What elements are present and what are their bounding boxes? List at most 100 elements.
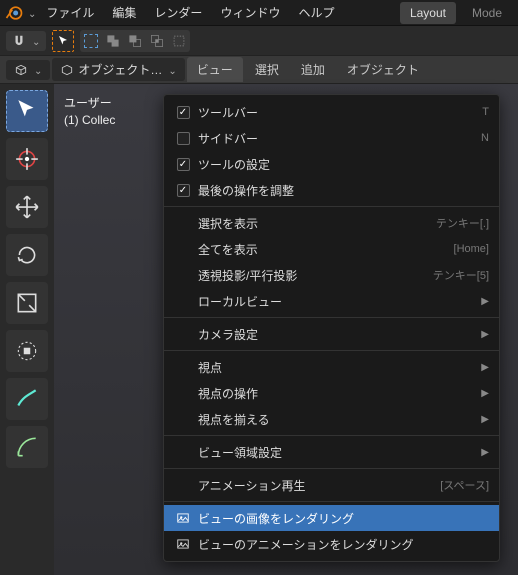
checkbox-icon: [174, 106, 192, 119]
menu-item[interactable]: 視点を揃える ▶: [164, 406, 499, 432]
menu-separator: [164, 468, 499, 469]
render-image-icon: [174, 511, 192, 525]
workspace-tab-mode[interactable]: Mode: [462, 2, 512, 24]
cursor-icon: [57, 35, 69, 47]
tool-scale[interactable]: [6, 282, 48, 324]
menu-item-label: ローカルビュー: [198, 293, 475, 310]
toolbar-left: [0, 84, 54, 575]
menu-item-shortcut: テンキー[5]: [433, 267, 489, 283]
menu-separator: [164, 206, 499, 207]
select-tool-indicator[interactable]: [52, 30, 74, 52]
tool-settings-bar: [0, 26, 518, 56]
menu-window[interactable]: ウィンドウ: [212, 0, 288, 25]
tool-transform[interactable]: [6, 330, 48, 372]
menu-item[interactable]: ツールの設定: [164, 151, 499, 177]
select-new-button[interactable]: [80, 30, 102, 52]
menu-item-label: 視点を揃える: [198, 411, 475, 428]
object-mode-icon: [60, 63, 74, 77]
magnet-icon: [12, 34, 26, 48]
submenu-arrow-icon: ▶: [481, 296, 489, 307]
tool-rotate[interactable]: [6, 234, 48, 276]
menu-item-label: ツールバー: [198, 104, 482, 121]
tool-cursor[interactable]: [6, 138, 48, 180]
select-subtract-button[interactable]: [124, 30, 146, 52]
menu-item-label: アニメーション再生: [198, 477, 440, 494]
menu-item-label: ビューの画像をレンダリング: [198, 510, 489, 527]
menu-item[interactable]: 視点の操作 ▶: [164, 380, 499, 406]
menu-item-label: 視点の操作: [198, 385, 475, 402]
top-menu-bar: ファイル 編集 レンダー ウィンドウ ヘルプ Layout Mode: [0, 0, 518, 26]
menu-item-shortcut: N: [481, 132, 489, 144]
checkbox-icon: [174, 184, 192, 197]
menu-separator: [164, 501, 499, 502]
menu-file[interactable]: ファイル: [38, 0, 102, 25]
submenu-arrow-icon: ▶: [481, 388, 489, 399]
blender-logo-icon[interactable]: [4, 3, 24, 23]
menu-item[interactable]: 全てを表示[Home]: [164, 236, 499, 262]
chevron-down-icon: [30, 34, 40, 48]
menu-item-shortcut: [スペース]: [440, 477, 489, 493]
select-intersect-button[interactable]: [146, 30, 168, 52]
chevron-down-icon: [32, 63, 42, 77]
menu-item-label: ツールの設定: [198, 156, 489, 173]
submenu-arrow-icon: ▶: [481, 362, 489, 373]
menu-item-label: 最後の操作を調整: [198, 182, 489, 199]
menu-item[interactable]: ビュー領域設定 ▶: [164, 439, 499, 465]
checkbox-icon: [174, 132, 192, 145]
menu-item-label: 視点: [198, 359, 475, 376]
menu-item[interactable]: ビューのアニメーションをレンダリング: [164, 531, 499, 557]
menu-item[interactable]: 透視投影/平行投影テンキー[5]: [164, 262, 499, 288]
tool-select-box[interactable]: [6, 90, 48, 132]
menu-edit[interactable]: 編集: [104, 0, 144, 25]
menu-item-label: サイドバー: [198, 130, 481, 147]
header-menu-object[interactable]: オブジェクト: [337, 57, 429, 82]
editor-type-dropdown[interactable]: [6, 60, 50, 80]
interaction-mode-dropdown[interactable]: [6, 31, 46, 51]
tool-annotate[interactable]: [6, 378, 48, 420]
menu-separator: [164, 435, 499, 436]
header-menu-add[interactable]: 追加: [291, 57, 335, 82]
menu-item-shortcut: [Home]: [454, 243, 489, 255]
menu-separator: [164, 317, 499, 318]
tool-move[interactable]: [6, 186, 48, 228]
header-menu-view[interactable]: ビュー: [187, 57, 243, 82]
menu-item-shortcut: T: [482, 106, 489, 118]
menu-item[interactable]: 最後の操作を調整: [164, 177, 499, 203]
header-menu-select[interactable]: 選択: [245, 57, 289, 82]
menu-item[interactable]: カメラ設定 ▶: [164, 321, 499, 347]
workspace-tab-layout[interactable]: Layout: [400, 2, 456, 24]
tool-measure[interactable]: [6, 426, 48, 468]
submenu-arrow-icon: ▶: [481, 447, 489, 458]
menu-item[interactable]: ローカルビュー ▶: [164, 288, 499, 314]
view-menu-dropdown: ツールバーTサイドバーNツールの設定最後の操作を調整選択を表示テンキー[.]全て…: [163, 94, 500, 562]
menu-item-label: 全てを表示: [198, 241, 454, 258]
menu-item[interactable]: サイドバーN: [164, 125, 499, 151]
render-image-icon: [174, 537, 192, 551]
menu-separator: [164, 350, 499, 351]
object-mode-dropdown[interactable]: オブジェクト…: [52, 58, 184, 81]
menu-item[interactable]: ビューの画像をレンダリング: [164, 505, 499, 531]
mode-label: オブジェクト…: [78, 61, 162, 78]
menu-item-label: 選択を表示: [198, 215, 436, 232]
menu-item[interactable]: 視点 ▶: [164, 354, 499, 380]
select-extend-button[interactable]: [102, 30, 124, 52]
chevron-down-icon: [166, 63, 176, 77]
menu-item[interactable]: ツールバーT: [164, 99, 499, 125]
menu-render[interactable]: レンダー: [146, 0, 210, 25]
submenu-arrow-icon: ▶: [481, 329, 489, 340]
menu-item-label: 透視投影/平行投影: [198, 267, 433, 284]
select-invert-button[interactable]: [168, 30, 190, 52]
menu-help[interactable]: ヘルプ: [290, 0, 342, 25]
cube-wire-icon: [14, 63, 28, 77]
menu-item-label: ビュー領域設定: [198, 444, 475, 461]
menu-item[interactable]: アニメーション再生[スペース]: [164, 472, 499, 498]
checkbox-icon: [174, 158, 192, 171]
logo-dropdown-icon[interactable]: [26, 6, 36, 20]
menu-item[interactable]: 選択を表示テンキー[.]: [164, 210, 499, 236]
viewport-header: オブジェクト… ビュー 選択 追加 オブジェクト: [0, 56, 518, 84]
menu-item-shortcut: テンキー[.]: [436, 215, 489, 231]
menu-item-label: ビューのアニメーションをレンダリング: [198, 536, 489, 553]
selection-mode-group: [80, 30, 190, 52]
menu-item-label: カメラ設定: [198, 326, 475, 343]
submenu-arrow-icon: ▶: [481, 414, 489, 425]
